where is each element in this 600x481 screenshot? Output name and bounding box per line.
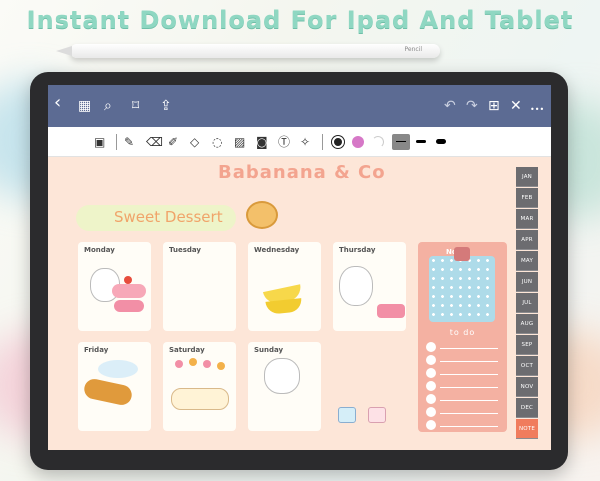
- clipboard-clip-icon: [454, 247, 470, 261]
- toolbar-divider: [116, 134, 117, 150]
- jar-icon: [368, 407, 386, 423]
- stroke-thin-selected[interactable]: [392, 134, 410, 150]
- macaron-illustration: [114, 300, 144, 312]
- stroke-thick[interactable]: [436, 139, 446, 144]
- day-label: Thursday: [339, 246, 376, 254]
- flower-icon: [203, 360, 211, 368]
- puppy-illustration: [339, 266, 373, 306]
- pencil-tip: [56, 46, 72, 56]
- tab-note[interactable]: NOTE: [516, 419, 538, 439]
- eraser-icon[interactable]: ⌫: [146, 134, 163, 150]
- shapes-icon[interactable]: ◇: [190, 134, 199, 150]
- day-card-tuesday[interactable]: Tuesday: [163, 242, 236, 331]
- day-card-saturday[interactable]: Saturday: [163, 342, 236, 431]
- flower-icon: [189, 358, 197, 366]
- flower-icon: [217, 362, 225, 370]
- toolbar-divider: [322, 134, 323, 150]
- day-card-monday[interactable]: Monday: [78, 242, 151, 331]
- day-card-sunday[interactable]: Sunday: [248, 342, 321, 431]
- day-card-friday[interactable]: Friday: [78, 342, 151, 431]
- color-picker-icon[interactable]: [372, 136, 384, 148]
- search-icon[interactable]: ⌕: [104, 97, 112, 115]
- bookmark-icon[interactable]: ⌑: [132, 97, 139, 115]
- todo-item[interactable]: [426, 420, 500, 430]
- jar-icon: [338, 407, 356, 423]
- day-label: Monday: [84, 246, 115, 254]
- back-icon[interactable]: ‹: [54, 94, 61, 112]
- tab-may[interactable]: MAY: [516, 251, 538, 271]
- laser-icon[interactable]: ✧: [300, 134, 310, 150]
- tab-jun[interactable]: JUN: [516, 272, 538, 292]
- redo-icon[interactable]: ↷: [466, 97, 478, 115]
- cookie-icon: [246, 201, 278, 229]
- apple-pencil: Pencil: [56, 44, 440, 58]
- pencil-brand: Pencil: [404, 46, 422, 53]
- tab-feb[interactable]: FEB: [516, 188, 538, 208]
- tab-oct[interactable]: OCT: [516, 356, 538, 376]
- day-label: Tuesday: [169, 246, 201, 254]
- todo-panel: No to do: [418, 242, 507, 432]
- todo-label: to do: [449, 328, 476, 337]
- todo-item[interactable]: [426, 368, 500, 378]
- tab-nov[interactable]: NOV: [516, 377, 538, 397]
- todo-item[interactable]: [426, 342, 500, 352]
- chef-puppy-illustration: [264, 358, 300, 394]
- pen-icon[interactable]: ✎: [124, 134, 134, 150]
- strawberry-icon: [124, 276, 132, 284]
- promo-title: Instant Download For Ipad And Tablet: [26, 6, 574, 34]
- tab-mar[interactable]: MAR: [516, 209, 538, 229]
- tab-aug[interactable]: AUG: [516, 314, 538, 334]
- page-tool-icon[interactable]: ▣: [94, 134, 105, 150]
- tab-apr[interactable]: APR: [516, 230, 538, 250]
- day-label: Saturday: [169, 346, 205, 354]
- todo-item[interactable]: [426, 394, 500, 404]
- month-tabs: JAN FEB MAR APR MAY JUN JUL AUG SEP OCT …: [516, 157, 551, 450]
- banana-illustration: [265, 298, 303, 315]
- day-card-wednesday[interactable]: Wednesday: [248, 242, 321, 331]
- planner-brand-title: Babanana & Co: [218, 162, 386, 183]
- tab-sep[interactable]: SEP: [516, 335, 538, 355]
- tablet-screen: ‹ ▦ ⌕ ⌑ ⇪ ↶ ↷ ⊞ ✕ ••• ▣ ✎ ⌫ ✐ ◇ ◌ ▨ ◙ Ⓣ …: [48, 85, 551, 450]
- tab-jan[interactable]: JAN: [516, 167, 538, 187]
- todo-item[interactable]: [426, 381, 500, 391]
- text-icon[interactable]: Ⓣ: [278, 134, 290, 150]
- more-icon[interactable]: •••: [530, 101, 544, 119]
- color-pink-swatch[interactable]: [352, 136, 364, 148]
- flower-icon: [175, 360, 183, 368]
- image-icon[interactable]: ▨: [234, 134, 245, 150]
- day-label: Sunday: [254, 346, 284, 354]
- planner-page[interactable]: Babanana & Co Sweet Dessert Monday Tuesd…: [48, 157, 516, 450]
- app-top-bar: ‹ ▦ ⌕ ⌑ ⇪ ↶ ↷ ⊞ ✕ •••: [48, 85, 551, 127]
- share-icon[interactable]: ⇪: [160, 97, 172, 115]
- close-icon[interactable]: ✕: [510, 97, 522, 115]
- camera-icon[interactable]: ◙: [256, 134, 268, 150]
- grid-icon[interactable]: ▦: [78, 97, 91, 115]
- pen-toolbar: ▣ ✎ ⌫ ✐ ◇ ◌ ▨ ◙ Ⓣ ✧: [48, 127, 551, 157]
- day-label: Wednesday: [254, 246, 300, 254]
- macaron-illustration: [112, 284, 146, 298]
- sweet-dessert-banner: Sweet Dessert: [76, 201, 278, 231]
- day-card-thursday[interactable]: Thursday: [333, 242, 406, 331]
- undo-icon[interactable]: ↶: [444, 97, 456, 115]
- tab-dec[interactable]: DEC: [516, 398, 538, 418]
- stroke-medium[interactable]: [416, 140, 426, 143]
- highlighter-icon[interactable]: ✐: [168, 134, 178, 150]
- note-clipboard[interactable]: [429, 256, 495, 322]
- lasso-icon[interactable]: ◌: [212, 134, 222, 150]
- day-label: Friday: [84, 346, 109, 354]
- donut-plate-illustration: [98, 360, 138, 378]
- tab-jul[interactable]: JUL: [516, 293, 538, 313]
- todo-item[interactable]: [426, 407, 500, 417]
- add-page-icon[interactable]: ⊞: [488, 97, 500, 115]
- todo-item[interactable]: [426, 355, 500, 365]
- bread-illustration: [82, 377, 134, 407]
- cake-illustration: [377, 304, 405, 318]
- cloud-frame: [171, 388, 229, 410]
- color-black-swatch[interactable]: [332, 136, 344, 148]
- banner-title: Sweet Dessert: [114, 208, 223, 226]
